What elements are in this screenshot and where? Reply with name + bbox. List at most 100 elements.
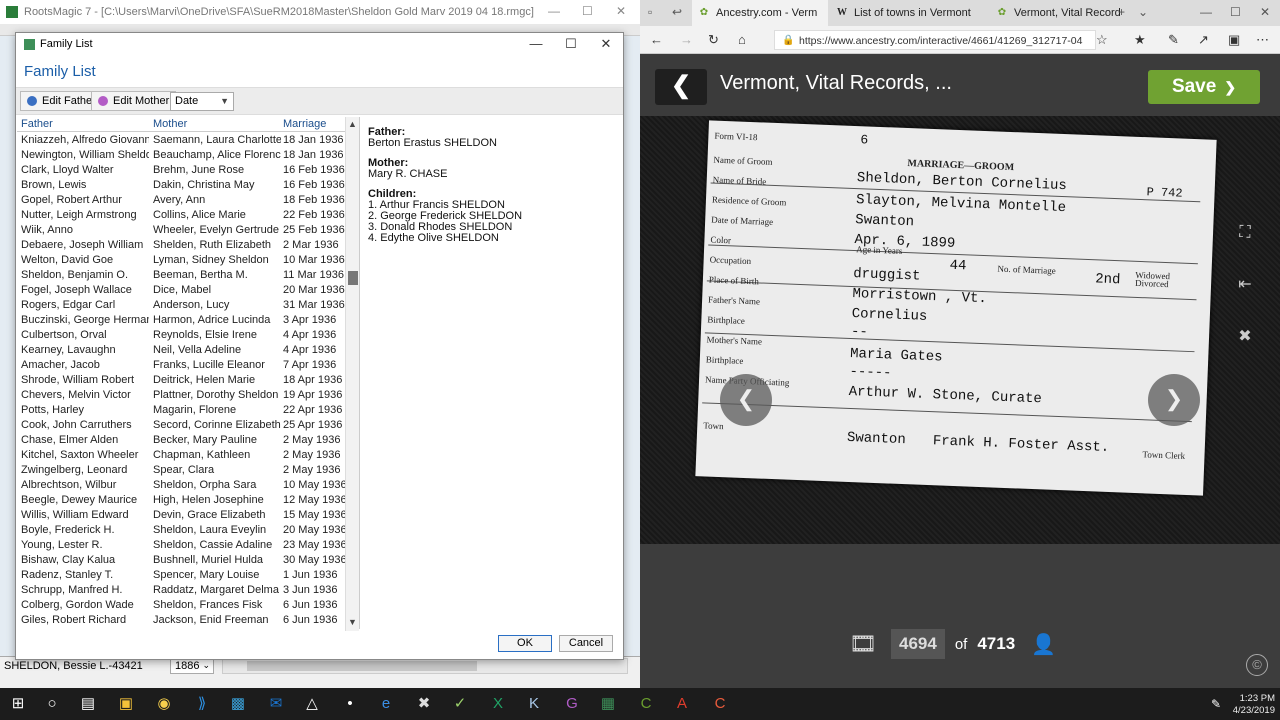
vscode-icon[interactable]: ⟫: [190, 692, 214, 716]
maximize-icon[interactable]: ☐: [1230, 5, 1241, 19]
table-row[interactable]: Fogel, Joseph Wallace Dice, Mabel 20 Mar 1…: [17, 283, 347, 298]
panel-toggle-icon[interactable]: ⇤: [1234, 274, 1256, 296]
table-row[interactable]: Kearney, Lavaughn Neil, Vella Adeline 4 Ap…: [17, 343, 347, 358]
tools-icon[interactable]: ✖: [1234, 326, 1256, 348]
scroll-down-icon[interactable]: ▼: [348, 617, 357, 627]
cancel-button[interactable]: Cancel: [559, 635, 613, 652]
dialog-minimize-icon[interactable]: —: [521, 35, 551, 53]
table-row[interactable]: Bishaw, Clay Kalua Bushnell, Muriel Hulda…: [17, 553, 347, 568]
maximize-icon[interactable]: ☐: [582, 4, 593, 18]
table-row[interactable]: Cook, John Carruthers Secord, Corinne Eli…: [17, 418, 347, 433]
share-icon[interactable]: ↗: [1198, 32, 1209, 48]
table-row[interactable]: Buczinski, George Herman Harmon, Adrice L…: [17, 313, 347, 328]
table-row[interactable]: Colberg, Gordon Wade Sheldon, Frances Fis…: [17, 598, 347, 613]
favorite-star-icon[interactable]: ☆: [1096, 32, 1108, 48]
chevron-down-icon[interactable]: ⌄: [1138, 5, 1148, 19]
ancestry-taskbar-icon[interactable]: C: [634, 692, 658, 716]
edit-mother-button[interactable]: Edit Mother: [91, 91, 177, 111]
minimize-icon[interactable]: —: [548, 4, 560, 18]
column-header-marriage[interactable]: Marriage: [283, 118, 326, 130]
table-row[interactable]: Culbertson, Orval Reynolds, Elsie Irene 4 …: [17, 328, 347, 343]
next-image-button[interactable]: ❯: [1148, 374, 1200, 426]
close-icon[interactable]: ✕: [1260, 5, 1270, 19]
year-select[interactable]: 1886 ⌄: [170, 658, 214, 674]
record-image-area[interactable]: Form VI-18 6 MARRIAGE—GROOM Name of Groo…: [640, 116, 1280, 544]
app-icon[interactable]: K: [522, 692, 546, 716]
app-icon[interactable]: C: [708, 692, 732, 716]
pen-icon[interactable]: ✎: [1168, 32, 1179, 48]
acrobat-icon[interactable]: A: [670, 692, 694, 716]
table-row[interactable]: Amacher, Jacob Franks, Lucille Eleanor 7 A…: [17, 358, 347, 373]
table-row[interactable]: Chevers, Melvin Victor Plattner, Dorothy …: [17, 388, 347, 403]
table-row[interactable]: Beegle, Dewey Maurice High, Helen Josephi…: [17, 493, 347, 508]
app-icon[interactable]: •: [338, 692, 362, 716]
store-icon[interactable]: ▣: [114, 692, 138, 716]
extension-icon[interactable]: ▣: [1228, 32, 1240, 48]
attach-person-icon[interactable]: 👤: [1031, 632, 1056, 657]
copyright-icon[interactable]: ©: [1246, 654, 1268, 676]
table-row[interactable]: Potts, Harley Magarin, Florene 22 Apr 1936: [17, 403, 347, 418]
checkmark-app-icon[interactable]: ✓: [448, 692, 472, 716]
dialog-maximize-icon[interactable]: ☐: [556, 35, 586, 53]
outlook-icon[interactable]: ✉: [264, 692, 288, 716]
url-field[interactable]: 🔒 https://www.ancestry.com/interactive/4…: [774, 30, 1096, 50]
table-row[interactable]: Shrode, William Robert Deitrick, Helen Ma…: [17, 373, 347, 388]
tab-ancestry-active[interactable]: ✿ Ancestry.com - Verm ✕: [692, 0, 828, 26]
cortana-search-icon[interactable]: ○: [40, 692, 64, 716]
excel-icon[interactable]: X: [486, 692, 510, 716]
table-row[interactable]: Albrechtson, Wilbur Sheldon, Orpha Sara 10…: [17, 478, 347, 493]
home-icon[interactable]: ⌂: [738, 32, 746, 47]
table-row[interactable]: Boyle, Frederick H. Sheldon, Laura Eveyli…: [17, 523, 347, 538]
scrollbar-thumb[interactable]: [348, 271, 358, 285]
table-row[interactable]: Wiik, Anno Wheeler, Evelyn Gertrude 25 Feb…: [17, 223, 347, 238]
forward-arrow-icon[interactable]: →: [680, 32, 693, 47]
column-header-mother[interactable]: Mother: [153, 118, 187, 130]
save-button[interactable]: Save ❯: [1148, 70, 1260, 104]
scrollbar-thumb[interactable]: [247, 661, 477, 671]
clock[interactable]: 1:23 PM 4/23/2019: [1225, 693, 1275, 717]
table-row[interactable]: Clark, Lloyd Walter Brehm, June Rose 16 Fe…: [17, 163, 347, 178]
table-row[interactable]: Chase, Elmer Alden Becker, Mary Pauline 2 …: [17, 433, 347, 448]
edge-icon[interactable]: e: [374, 692, 398, 716]
favorites-icon[interactable]: ★: [1134, 32, 1146, 48]
viewer-back-button[interactable]: ❮: [655, 69, 707, 105]
tab-ancestry[interactable]: ✿ Vermont, Vital Records, 1: [990, 0, 1120, 26]
table-row[interactable]: Brown, Lewis Dakin, Christina May 16 Feb 1…: [17, 178, 347, 193]
table-row[interactable]: Sheldon, Benjamin O. Beeman, Bertha M. 11 …: [17, 268, 347, 283]
rootsmagic-taskbar-icon[interactable]: ▦: [596, 692, 620, 716]
notification-app-icon[interactable]: △: [300, 692, 324, 716]
vertical-scrollbar[interactable]: ▲ ▼: [345, 117, 359, 631]
new-tab-icon[interactable]: +: [1118, 5, 1125, 19]
table-row[interactable]: Zwingelberg, Leonard Spear, Clara 2 May 19…: [17, 463, 347, 478]
more-icon[interactable]: ⋯: [1256, 32, 1269, 48]
table-row[interactable]: Radenz, Stanley T. Spencer, Mary Louise 1 …: [17, 568, 347, 583]
current-page-input[interactable]: 4694: [891, 629, 945, 659]
fullscreen-icon[interactable]: ⛶: [1234, 222, 1256, 244]
table-row[interactable]: Young, Lester R. Sheldon, Cassie Adaline 2…: [17, 538, 347, 553]
tab-actions-icon[interactable]: ▫: [648, 5, 652, 19]
tab-wikipedia[interactable]: W List of towns in Vermont: [830, 0, 988, 26]
windows-start-icon[interactable]: ⊞: [6, 692, 30, 716]
app-icon[interactable]: G: [560, 692, 584, 716]
table-row[interactable]: Schrupp, Manfred H. Raddatz, Margaret Del…: [17, 583, 347, 598]
tab-close-icon[interactable]: ✕: [827, 7, 828, 20]
app-icon[interactable]: ✖: [412, 692, 436, 716]
table-row[interactable]: Willis, William Edward Devin, Grace Eliza…: [17, 508, 347, 523]
scroll-up-icon[interactable]: ▲: [348, 119, 357, 129]
back-arrow-icon[interactable]: ←: [650, 32, 663, 47]
column-header-father[interactable]: Father: [21, 118, 53, 130]
table-row[interactable]: Newington, William Sheldon Beauchamp, Ali…: [17, 148, 347, 163]
dialog-close-icon[interactable]: ✕: [591, 35, 621, 53]
horizontal-scrollbar[interactable]: [222, 658, 628, 674]
table-row[interactable]: Giles, Robert Richard Jackson, Enid Freem…: [17, 613, 347, 628]
minimize-icon[interactable]: —: [1200, 5, 1212, 19]
table-row[interactable]: Rogers, Edgar Carl Anderson, Lucy 31 Mar 1…: [17, 298, 347, 313]
table-row[interactable]: Kniazzeh, Alfredo Giovanni F. Saemann, La…: [17, 133, 347, 148]
table-row[interactable]: Nutter, Leigh Armstrong Collins, Alice Ma…: [17, 208, 347, 223]
task-view-icon[interactable]: ▤: [76, 692, 100, 716]
refresh-icon[interactable]: ↻: [708, 32, 719, 48]
filmstrip-icon[interactable]: 🎞: [845, 631, 881, 657]
previous-image-button[interactable]: ❮: [720, 374, 772, 426]
table-row[interactable]: Kitchel, Saxton Wheeler Chapman, Kathleen…: [17, 448, 347, 463]
table-row[interactable]: Gopel, Robert Arthur Avery, Ann 18 Feb 193…: [17, 193, 347, 208]
